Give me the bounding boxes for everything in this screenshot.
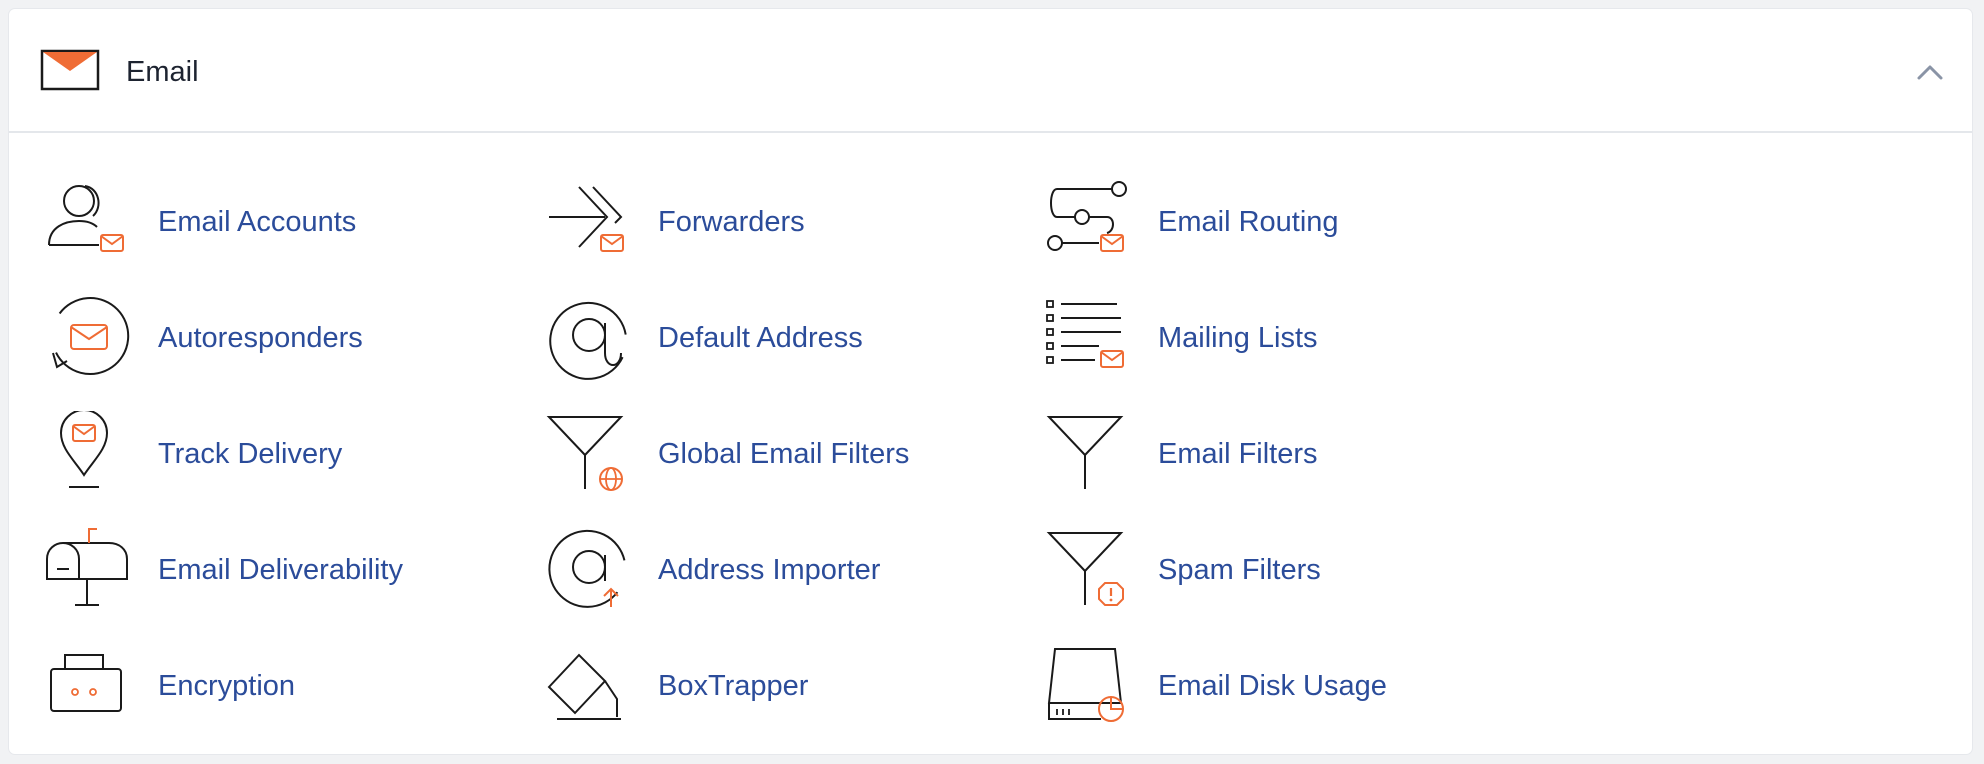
item-label: Email Filters xyxy=(1158,438,1318,470)
item-label: Spam Filters xyxy=(1158,554,1321,586)
item-label: Autoresponders xyxy=(158,322,363,354)
email-deliverability-link[interactable]: Email Deliverability xyxy=(45,519,525,619)
address-importer-icon xyxy=(548,529,626,608)
item-label: Address Importer xyxy=(658,554,881,586)
email-routing-icon xyxy=(1047,181,1127,252)
encryption-link[interactable]: Encryption xyxy=(45,635,525,735)
spam-filters-icon xyxy=(1046,532,1124,606)
email-disk-usage-link[interactable]: Email Disk Usage xyxy=(1045,635,1525,735)
item-label: Email Deliverability xyxy=(158,554,403,586)
item-label: Default Address xyxy=(658,322,863,354)
email-deliverability-icon xyxy=(46,528,128,606)
item-label: BoxTrapper xyxy=(658,670,809,702)
mailing-lists-link[interactable]: Mailing Lists xyxy=(1045,287,1525,387)
item-label: Global Email Filters xyxy=(658,438,910,470)
autoresponders-link[interactable]: Autoresponders xyxy=(45,287,525,387)
spam-filters-link[interactable]: Spam Filters xyxy=(1045,519,1525,619)
default-address-link[interactable]: Default Address xyxy=(545,287,1025,387)
global-email-filters-icon xyxy=(546,416,624,491)
boxtrapper-icon xyxy=(547,653,621,720)
item-label: Email Routing xyxy=(1158,206,1339,238)
boxtrapper-link[interactable]: BoxTrapper xyxy=(545,635,1025,735)
item-label: Email Accounts xyxy=(158,206,357,238)
item-label: Forwarders xyxy=(658,206,805,238)
email-filters-link[interactable]: Email Filters xyxy=(1045,403,1525,503)
item-label: Mailing Lists xyxy=(1158,322,1318,354)
forwarders-icon xyxy=(549,186,624,252)
email-disk-usage-icon xyxy=(1047,648,1124,722)
email-section-panel: Email Email Accounts Forwarders Email Ro… xyxy=(9,9,1972,754)
chevron-up-icon xyxy=(1917,65,1943,80)
item-label: Track Delivery xyxy=(158,438,343,470)
item-label: Email Disk Usage xyxy=(1158,670,1387,702)
forwarders-link[interactable]: Forwarders xyxy=(545,171,1025,271)
email-routing-link[interactable]: Email Routing xyxy=(1045,171,1525,271)
address-importer-link[interactable]: Address Importer xyxy=(545,519,1025,619)
email-tools-grid: Email Accounts Forwarders Email Routing … xyxy=(9,133,1972,754)
track-delivery-icon xyxy=(59,411,109,488)
track-delivery-link[interactable]: Track Delivery xyxy=(45,403,525,503)
mailing-lists-icon xyxy=(1046,300,1124,368)
section-title: Email xyxy=(126,56,199,88)
section-header[interactable]: Email xyxy=(9,9,1972,133)
collapse-button[interactable] xyxy=(1912,57,1948,87)
email-accounts-link[interactable]: Email Accounts xyxy=(45,171,525,271)
autoresponders-icon xyxy=(52,297,130,375)
encryption-icon xyxy=(50,654,122,712)
default-address-icon xyxy=(549,301,627,380)
email-filters-icon xyxy=(1046,416,1124,489)
item-label: Encryption xyxy=(158,670,296,702)
global-email-filters-link[interactable]: Global Email Filters xyxy=(545,403,1025,503)
envelope-icon xyxy=(40,49,100,91)
email-accounts-icon xyxy=(48,185,124,252)
